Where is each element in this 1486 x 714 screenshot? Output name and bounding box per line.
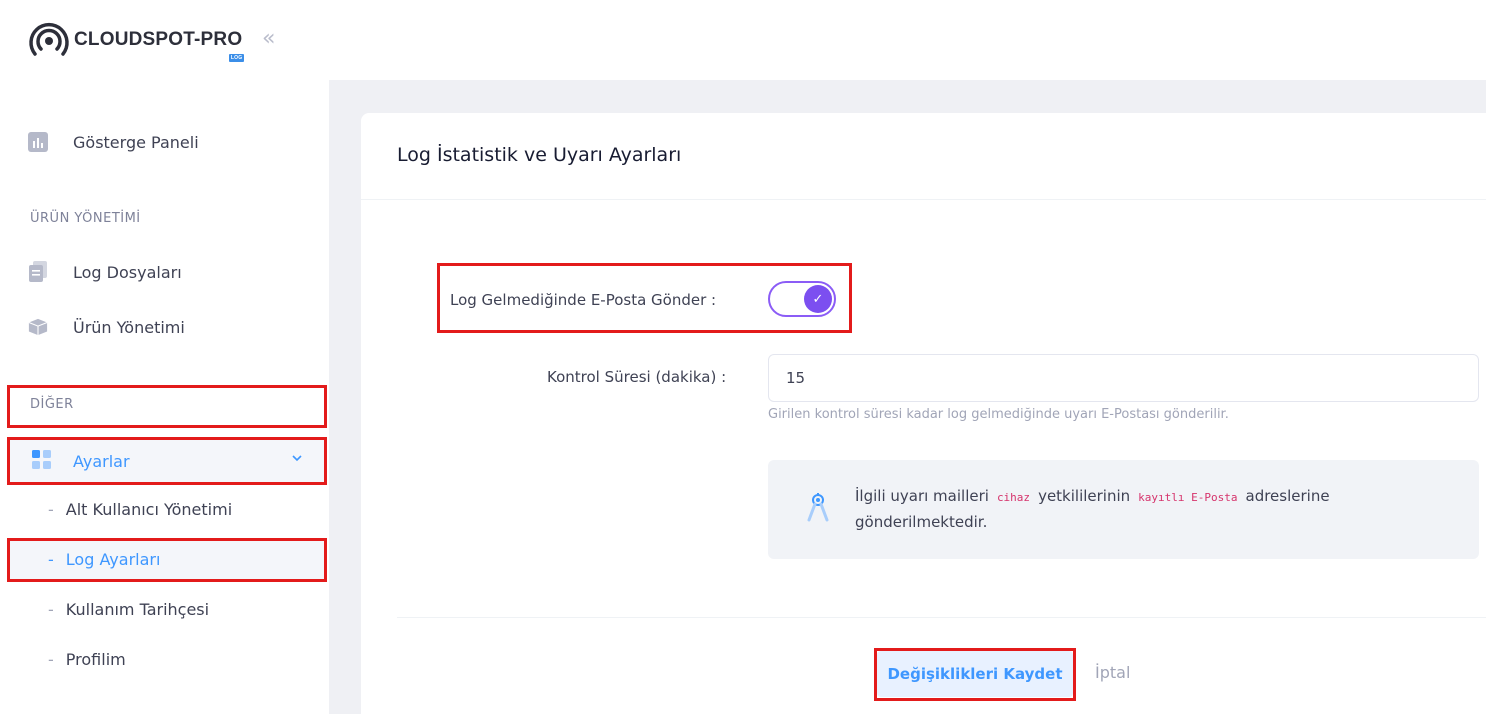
highlight-box-other — [7, 385, 327, 428]
files-icon — [28, 261, 48, 282]
highlight-box-settings — [7, 437, 327, 485]
highlight-box-save — [874, 648, 1076, 701]
sidebar-subitem-profile[interactable]: - Profilim — [48, 650, 126, 669]
highlight-box-log-settings — [7, 538, 327, 582]
sidebar-subitem-sub-users[interactable]: - Alt Kullanıcı Yönetimi — [48, 500, 232, 519]
brand-name: CLOUDSPOT-PRO LOG — [74, 29, 245, 62]
sidebar-subitem-label: Profilim — [65, 650, 126, 669]
collapse-sidebar-icon[interactable]: « — [262, 26, 275, 51]
card-divider — [361, 199, 1486, 200]
section-label-product: ÜRÜN YÖNETİMİ — [30, 211, 141, 226]
card-title: Log İstatistik ve Uyarı Ayarları — [397, 144, 682, 166]
sidebar-item-product-management[interactable]: Ürün Yönetimi — [28, 317, 185, 337]
box-icon — [28, 317, 48, 337]
bullet-dash-icon: - — [48, 650, 54, 669]
bullet-dash-icon: - — [48, 500, 54, 519]
brand-logo[interactable]: CLOUDSPOT-PRO LOG — [28, 20, 245, 62]
sidebar-item-log-files[interactable]: Log Dosyaları — [28, 261, 182, 282]
code-device: cihaz — [996, 491, 1031, 504]
bullet-dash-icon: - — [48, 600, 54, 619]
top-header — [329, 0, 1486, 80]
settings-card: Log İstatistik ve Uyarı Ayarları Log Gel… — [361, 113, 1486, 714]
info-notice: İlgili uyarı mailleri cihaz yetkililerinin… — [768, 460, 1479, 559]
brand-badge: LOG — [228, 54, 245, 62]
interval-help-text: Girilen kontrol süresi kadar log gelmedi… — [768, 407, 1229, 422]
sidebar: CLOUDSPOT-PRO LOG « Gösterge Paneli ÜRÜN… — [0, 0, 329, 714]
highlight-box-toggle — [437, 263, 852, 333]
sidebar-item-label: Gösterge Paneli — [73, 132, 199, 152]
interval-input[interactable] — [768, 354, 1479, 402]
compass-icon — [806, 492, 830, 526]
footer-divider — [397, 617, 1486, 618]
sidebar-item-dashboard[interactable]: Gösterge Paneli — [28, 132, 199, 152]
sidebar-item-label: Ürün Yönetimi — [73, 317, 185, 337]
sidebar-subitem-label: Alt Kullanıcı Yönetimi — [65, 500, 233, 519]
interval-label: Kontrol Süresi (dakika) : — [547, 368, 727, 386]
cancel-button[interactable]: İptal — [1095, 663, 1130, 682]
sidebar-subitem-usage-history[interactable]: - Kullanım Tarihçesi — [48, 600, 209, 619]
code-registered-email: kayıtlı E-Posta — [1138, 491, 1238, 504]
chart-bar-icon — [28, 132, 48, 152]
sidebar-item-label: Log Dosyaları — [73, 262, 182, 282]
notice-text: İlgili uyarı mailleri cihaz yetkililerinin… — [855, 487, 1330, 531]
sidebar-subitem-label: Kullanım Tarihçesi — [65, 600, 210, 619]
signal-logo-icon — [29, 23, 69, 56]
